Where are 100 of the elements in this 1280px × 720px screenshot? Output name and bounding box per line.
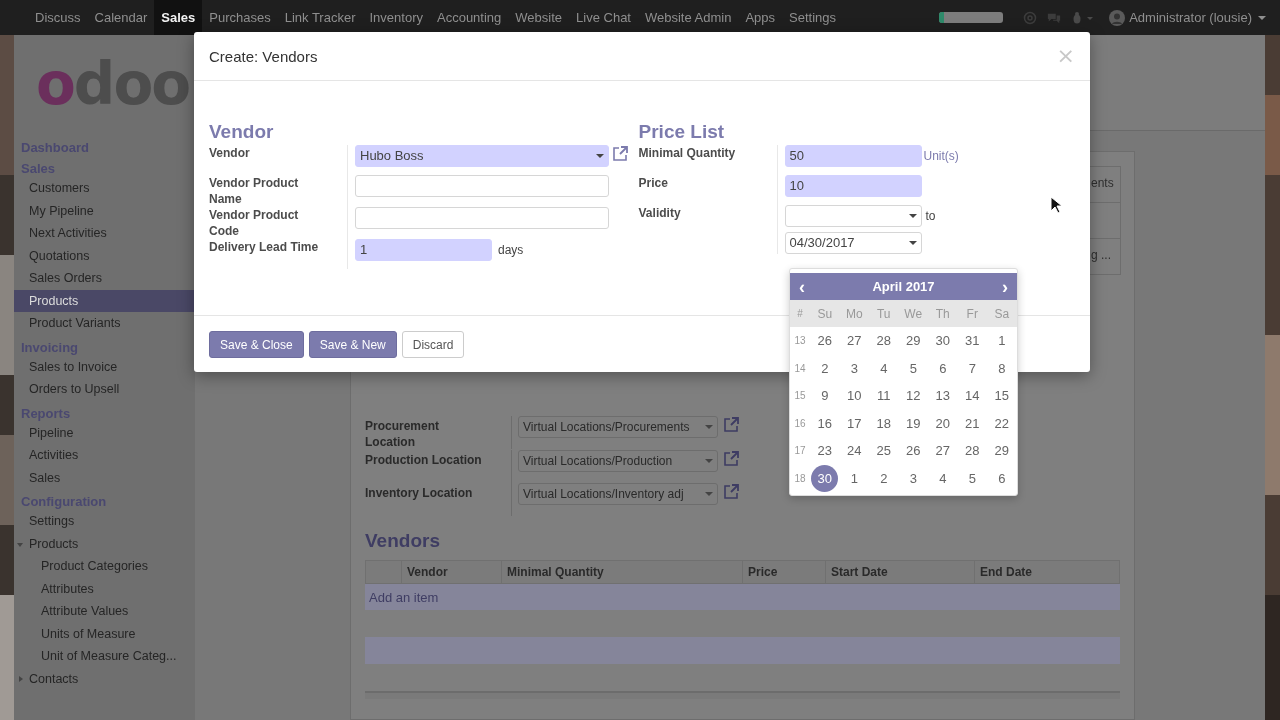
- save-button[interactable]: Save & New: [308, 331, 397, 358]
- date-field[interactable]: [784, 205, 922, 227]
- location-select[interactable]: Virtual Locations/Procurements: [518, 416, 718, 438]
- stat-button[interactable]: g ...: [1088, 239, 1120, 274]
- calendar-day[interactable]: 4: [870, 354, 898, 382]
- calendar-day[interactable]: 11: [870, 382, 898, 410]
- column-header[interactable]: Start Date: [825, 561, 974, 583]
- calendar-day[interactable]: 5: [958, 464, 986, 492]
- calendar-day[interactable]: 10: [840, 382, 868, 410]
- input-field[interactable]: 1: [355, 239, 492, 261]
- sidebar-item[interactable]: Products: [14, 289, 195, 312]
- column-header[interactable]: End Date: [974, 561, 1113, 583]
- month-title[interactable]: April 2017: [872, 279, 935, 294]
- calendar-day[interactable]: 30: [929, 327, 957, 355]
- add-item-link[interactable]: Add an item: [369, 589, 439, 605]
- sidebar-item[interactable]: Pipeline: [14, 421, 195, 444]
- save-button[interactable]: Save & Close: [209, 331, 304, 358]
- calendar-day[interactable]: 3: [899, 464, 927, 492]
- column-header[interactable]: Vendor: [401, 561, 501, 583]
- calendar-day[interactable]: 2: [811, 354, 839, 382]
- discard-button[interactable]: Discard: [401, 331, 465, 358]
- calendar-day[interactable]: 17: [840, 409, 868, 437]
- column-header[interactable]: Minimal Quantity: [501, 561, 742, 583]
- sidebar-item[interactable]: Contacts: [14, 667, 195, 690]
- input-field[interactable]: [355, 175, 609, 197]
- sidebar-item[interactable]: Sales: [14, 466, 195, 489]
- calendar-day[interactable]: 3: [840, 354, 868, 382]
- calendar-day[interactable]: 30: [811, 464, 839, 492]
- sidebar-item[interactable]: Activities: [14, 444, 195, 467]
- input-field[interactable]: 10: [784, 175, 922, 197]
- nav-menu-item[interactable]: Calendar: [87, 0, 155, 35]
- date-field[interactable]: 04/30/2017: [784, 232, 922, 254]
- nav-menu-item[interactable]: Apps: [738, 0, 783, 35]
- sidebar-item[interactable]: Product Variants: [14, 312, 195, 335]
- sidebar-item[interactable]: Quotations: [14, 244, 195, 267]
- calendar-day[interactable]: 20: [929, 409, 957, 437]
- calendar-day[interactable]: 9: [811, 382, 839, 410]
- calendar-day[interactable]: 16: [811, 409, 839, 437]
- sidebar-item[interactable]: Unit of Measure Categ...: [14, 645, 195, 668]
- external-link-icon[interactable]: [722, 416, 740, 434]
- calendar-day[interactable]: 4: [929, 464, 957, 492]
- sidebar-item[interactable]: Products: [14, 532, 195, 555]
- calendar-day[interactable]: 27: [840, 327, 868, 355]
- calendar-day[interactable]: 27: [929, 437, 957, 465]
- previous-month-button[interactable]: ‹: [796, 276, 808, 297]
- sidebar-item[interactable]: Sales to Invoice: [14, 355, 195, 378]
- nav-menu-item[interactable]: Settings: [782, 0, 844, 35]
- calendar-day[interactable]: 1: [988, 327, 1016, 355]
- nav-menu-item[interactable]: Website Admin: [637, 0, 739, 35]
- sidebar-item[interactable]: Orders to Upsell: [14, 378, 195, 401]
- calendar-day[interactable]: 1: [840, 464, 868, 492]
- calendar-day[interactable]: 24: [840, 437, 868, 465]
- calendar-day[interactable]: 14: [958, 382, 986, 410]
- sidebar-item[interactable]: Customers: [14, 177, 195, 200]
- input-field[interactable]: 50: [784, 145, 922, 167]
- column-header[interactable]: Price: [742, 561, 825, 583]
- calendar-day[interactable]: 7: [958, 354, 986, 382]
- calendar-day[interactable]: 29: [988, 437, 1016, 465]
- calendar-day[interactable]: 28: [870, 327, 898, 355]
- sidebar-item[interactable]: Product Categories: [14, 555, 195, 578]
- calendar-day[interactable]: 22: [988, 409, 1016, 437]
- calendar-day[interactable]: 26: [811, 327, 839, 355]
- calendar-day[interactable]: 6: [929, 354, 957, 382]
- sidebar-item[interactable]: Sales Orders: [14, 267, 195, 290]
- sidebar-item[interactable]: Attribute Values: [14, 600, 195, 623]
- external-link-icon[interactable]: [722, 483, 740, 501]
- calendar-day[interactable]: 28: [958, 437, 986, 465]
- location-select[interactable]: Virtual Locations/Production: [518, 450, 718, 472]
- nav-menu-item[interactable]: Website: [508, 0, 570, 35]
- nav-menu-item[interactable]: Purchases: [202, 0, 278, 35]
- external-link-icon[interactable]: [611, 145, 629, 163]
- input-field[interactable]: [355, 207, 609, 229]
- sidebar-item[interactable]: Settings: [14, 510, 195, 533]
- sidebar-item[interactable]: Attributes: [14, 577, 195, 600]
- nav-menu-item[interactable]: Live Chat: [569, 0, 638, 35]
- nav-menu-item[interactable]: Inventory: [362, 0, 430, 35]
- calendar-day[interactable]: 21: [958, 409, 986, 437]
- sidebar-item[interactable]: My Pipeline: [14, 199, 195, 222]
- calendar-day[interactable]: 13: [929, 382, 957, 410]
- external-link-icon[interactable]: [722, 450, 740, 468]
- nav-menu-item[interactable]: Sales: [154, 0, 203, 35]
- vendor-select[interactable]: Hubo Boss: [355, 145, 609, 167]
- nav-menu-item[interactable]: Accounting: [430, 0, 509, 35]
- calendar-day[interactable]: 29: [899, 327, 927, 355]
- next-month-button[interactable]: ›: [999, 276, 1011, 297]
- sidebar-item[interactable]: Units of Measure: [14, 622, 195, 645]
- calendar-day[interactable]: 12: [899, 382, 927, 410]
- calendar-day[interactable]: 23: [811, 437, 839, 465]
- calendar-day[interactable]: 25: [870, 437, 898, 465]
- calendar-day[interactable]: 15: [988, 382, 1016, 410]
- user-menu[interactable]: Administrator (lousie): [1129, 10, 1252, 25]
- calendar-day[interactable]: 19: [899, 409, 927, 437]
- sidebar-item[interactable]: Next Activities: [14, 222, 195, 245]
- nav-menu-item[interactable]: Link Tracker: [277, 0, 363, 35]
- calendar-day[interactable]: 2: [870, 464, 898, 492]
- location-select[interactable]: Virtual Locations/Inventory adj: [518, 483, 718, 505]
- calendar-day[interactable]: 26: [899, 437, 927, 465]
- nav-menu-item[interactable]: Discuss: [28, 0, 88, 35]
- calendar-day[interactable]: 6: [988, 464, 1016, 492]
- calendar-day[interactable]: 8: [988, 354, 1016, 382]
